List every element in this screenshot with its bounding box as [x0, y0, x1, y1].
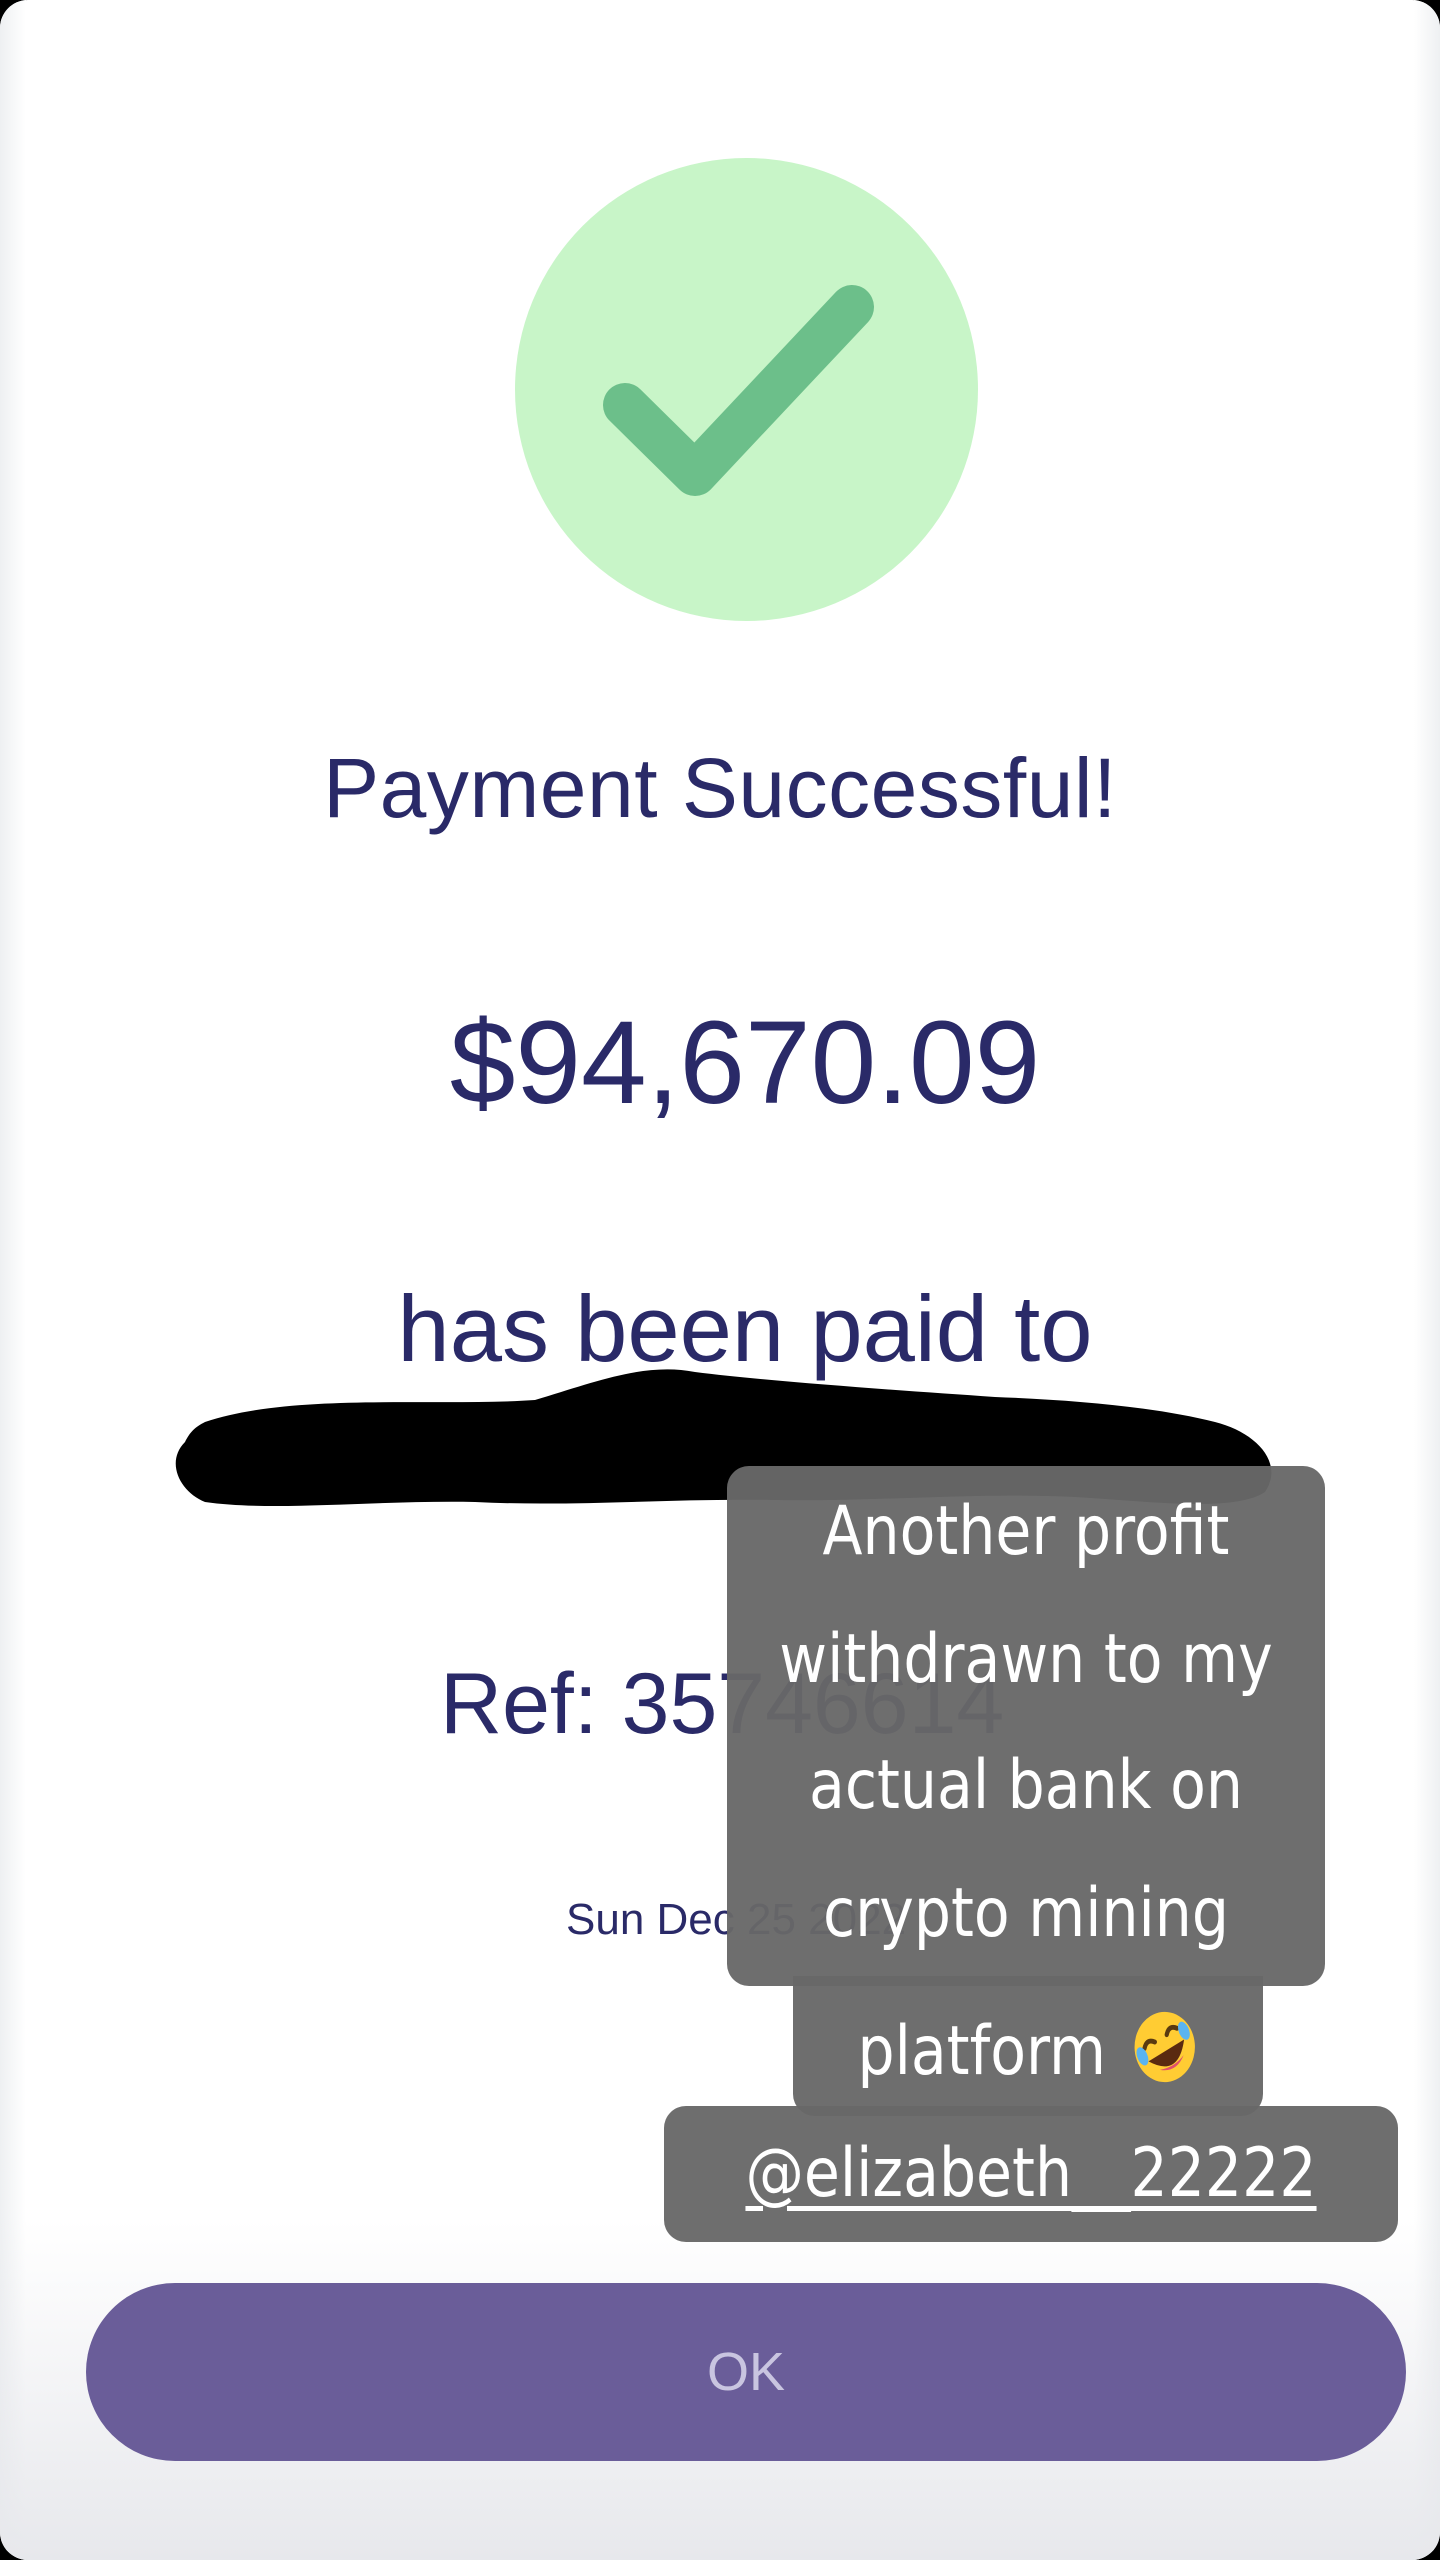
story-text-overlay: Another profit withdrawn to my actual ba…: [0, 0, 1440, 2560]
caption-line: withdrawn to my: [779, 1620, 1273, 1699]
rolling-laughing-emoji-icon: [1134, 2011, 1196, 2083]
caption-line-with-emoji: platform: [826, 2008, 1230, 2086]
caption-line: actual bank on: [809, 1746, 1243, 1825]
caption-line: platform: [857, 2012, 1106, 2091]
caption-line: Another profit: [822, 1492, 1230, 1571]
caption-line: crypto mining: [823, 1874, 1229, 1953]
mention-link[interactable]: @elizabeth__22222: [715, 2140, 1346, 2208]
